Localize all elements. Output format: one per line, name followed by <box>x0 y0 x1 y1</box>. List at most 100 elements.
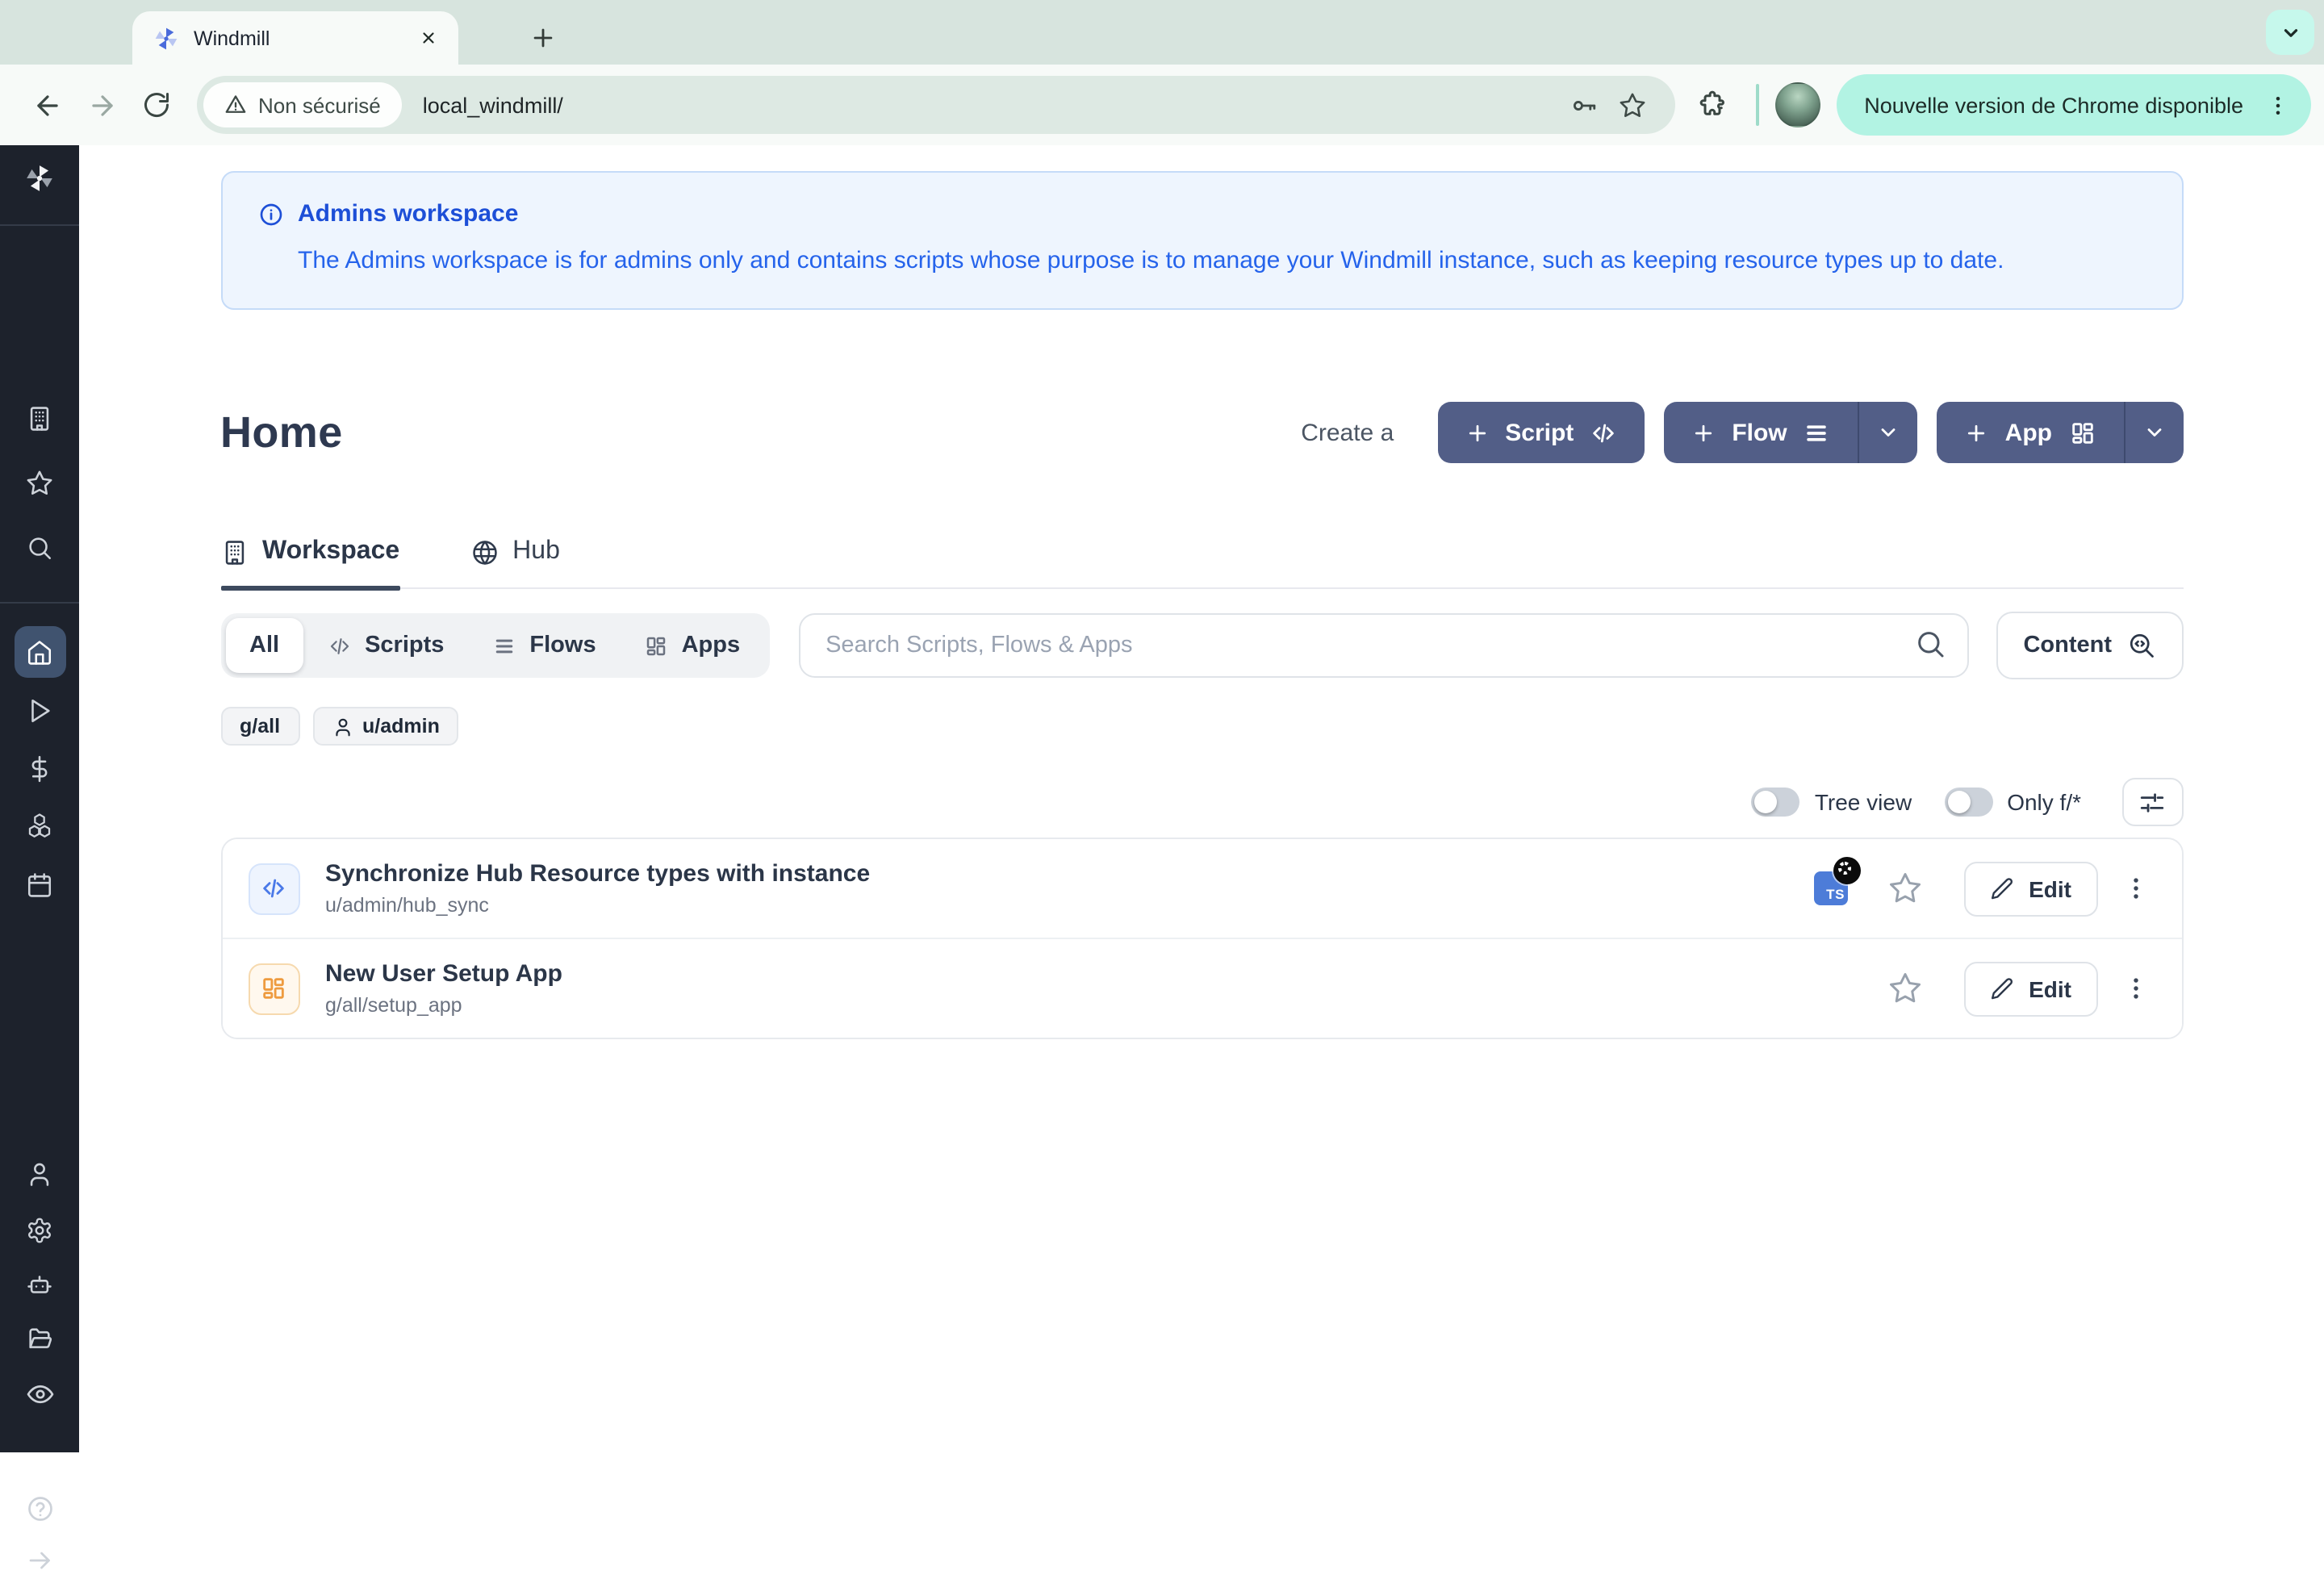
edit-button-label: Edit <box>2029 976 2071 1002</box>
browser-tab-bar: Windmill <box>0 0 2324 65</box>
create-app-dropdown-chevron[interactable] <box>2123 403 2183 464</box>
create-script-button[interactable]: Script <box>1437 403 1645 464</box>
banner-body: The Admins workspace is for admins only … <box>298 245 2146 278</box>
main-content: Admins workspace The Admins workspace is… <box>79 145 2324 1452</box>
only-f-label: Only f/* <box>2007 790 2081 816</box>
search-input[interactable] <box>798 614 1968 679</box>
content-button-label: Content <box>2023 633 2112 659</box>
forward-icon[interactable] <box>74 77 129 132</box>
sidebar-favorites-button[interactable] <box>0 468 79 497</box>
item-title: Synchronize Hub Resource types with inst… <box>325 861 1814 888</box>
sidebar-expand-button[interactable] <box>0 1546 79 1575</box>
sidebar-resources-button[interactable] <box>0 810 79 839</box>
item-title: New User Setup App <box>325 961 1814 988</box>
search-wrap <box>798 614 1968 679</box>
sidebar-schedules-button[interactable] <box>0 870 79 899</box>
tree-view-toggle[interactable] <box>1752 788 1800 817</box>
url-text: local_windmill/ <box>423 93 1559 117</box>
create-flow-dropdown-chevron[interactable] <box>1858 403 1918 464</box>
sidebar-workers-button[interactable] <box>0 1270 79 1299</box>
profile-avatar[interactable] <box>1775 82 1820 127</box>
sidebar-divider <box>0 602 79 604</box>
tab-hub[interactable]: Hub <box>470 538 560 588</box>
filter-apps[interactable]: Apps <box>621 619 765 674</box>
ownership-tags: g/all u/admin <box>220 708 2183 746</box>
windmill-logo-icon[interactable] <box>0 153 79 202</box>
sidebar-runs-button[interactable] <box>0 696 79 725</box>
sidebar-variables-button[interactable] <box>0 754 79 783</box>
create-app-button[interactable]: App <box>1937 403 2123 464</box>
extensions-puzzle-icon[interactable] <box>1685 77 1740 132</box>
sidebar-folders-button[interactable] <box>0 1323 79 1352</box>
tab-workspace[interactable]: Workspace <box>220 538 399 588</box>
edit-button-label: Edit <box>2029 876 2071 902</box>
list-controls: Tree view Only f/* <box>220 779 2183 827</box>
browser-tab[interactable]: Windmill <box>132 11 458 65</box>
content-search-button[interactable]: Content <box>1996 612 2183 680</box>
only-f-toggle[interactable] <box>1944 788 1992 817</box>
globe-icon <box>470 539 498 566</box>
mouse-cursor <box>1833 858 1861 885</box>
flow-lines-icon <box>1804 420 1831 447</box>
script-code-icon <box>248 863 299 915</box>
filter-all[interactable]: All <box>225 619 303 674</box>
sidebar-users-button[interactable] <box>0 1159 79 1188</box>
security-chip[interactable]: Non sécurisé <box>203 82 402 127</box>
item-path: g/all/setup_app <box>325 995 1814 1017</box>
security-label: Non sécurisé <box>258 93 381 117</box>
view-tabs: Workspace Hub <box>220 538 2183 590</box>
create-flow-label: Flow <box>1732 420 1787 447</box>
back-icon[interactable] <box>19 77 74 132</box>
tag-user-label: u/admin <box>362 716 440 738</box>
filter-apps-label: Apps <box>682 633 741 659</box>
tag-user[interactable]: u/admin <box>312 708 459 746</box>
sidebar-workspace-button[interactable] <box>0 403 79 432</box>
windmill-favicon-icon <box>153 25 179 51</box>
edit-button[interactable]: Edit <box>1964 862 2097 917</box>
language-badge-slot <box>1814 972 1848 1006</box>
row-menu-kebab-icon[interactable] <box>2117 870 2155 909</box>
tag-group[interactable]: g/all <box>220 708 299 746</box>
filter-flows[interactable]: Flows <box>468 619 620 674</box>
list-item-app[interactable]: New User Setup App g/all/setup_app <box>222 938 2181 1038</box>
create-script-label: Script <box>1505 420 1574 447</box>
sidebar-audit-logs-button[interactable] <box>0 1380 79 1409</box>
tab-title: Windmill <box>194 27 399 49</box>
chrome-update-button[interactable]: Nouvelle version de Chrome disponible <box>1837 74 2311 136</box>
create-prefix-label: Create a <box>1301 420 1394 447</box>
search-icon <box>1913 629 1946 661</box>
tab-search-chevron-button[interactable] <box>2266 10 2314 55</box>
pencil-icon <box>1990 877 2014 901</box>
create-script-group: Script <box>1437 403 1645 464</box>
sidebar-home-button[interactable] <box>0 626 79 678</box>
kind-filter-segmented: All Scripts Flows Apps <box>220 614 769 679</box>
warning-icon <box>224 94 247 116</box>
edit-button[interactable]: Edit <box>1964 962 2097 1017</box>
password-key-icon[interactable] <box>1559 81 1607 129</box>
favorite-star-icon[interactable] <box>1888 872 1922 906</box>
sidebar-help-button[interactable] <box>0 1494 79 1523</box>
home-icon <box>14 626 65 678</box>
building-icon <box>220 539 248 566</box>
chrome-menu-kebab-icon[interactable] <box>2259 87 2295 123</box>
filter-settings-button[interactable] <box>2121 779 2183 827</box>
language-badge-slot: TS <box>1814 872 1848 906</box>
list-item-script[interactable]: Synchronize Hub Resource types with inst… <box>222 840 2181 938</box>
reload-icon[interactable] <box>129 77 184 132</box>
bookmark-star-icon[interactable] <box>1607 81 1656 129</box>
favorite-star-icon[interactable] <box>1888 972 1922 1006</box>
new-tab-button[interactable] <box>520 15 565 60</box>
app-grid-icon <box>2068 420 2096 447</box>
filter-scripts[interactable]: Scripts <box>303 619 468 674</box>
filter-all-label: All <box>249 633 279 659</box>
sidebar-search-button[interactable] <box>0 533 79 562</box>
info-icon <box>257 201 283 227</box>
row-menu-kebab-icon[interactable] <box>2117 970 2155 1009</box>
sidebar-settings-button[interactable] <box>0 1215 79 1244</box>
pencil-icon <box>1990 977 2014 1001</box>
address-bar[interactable]: Non sécurisé local_windmill/ <box>197 76 1675 134</box>
tab-workspace-label: Workspace <box>262 538 399 567</box>
create-flow-button[interactable]: Flow <box>1664 403 1858 464</box>
windmill-app: Admins workspace The Admins workspace is… <box>0 145 2324 1452</box>
tab-close-icon[interactable] <box>413 23 442 52</box>
